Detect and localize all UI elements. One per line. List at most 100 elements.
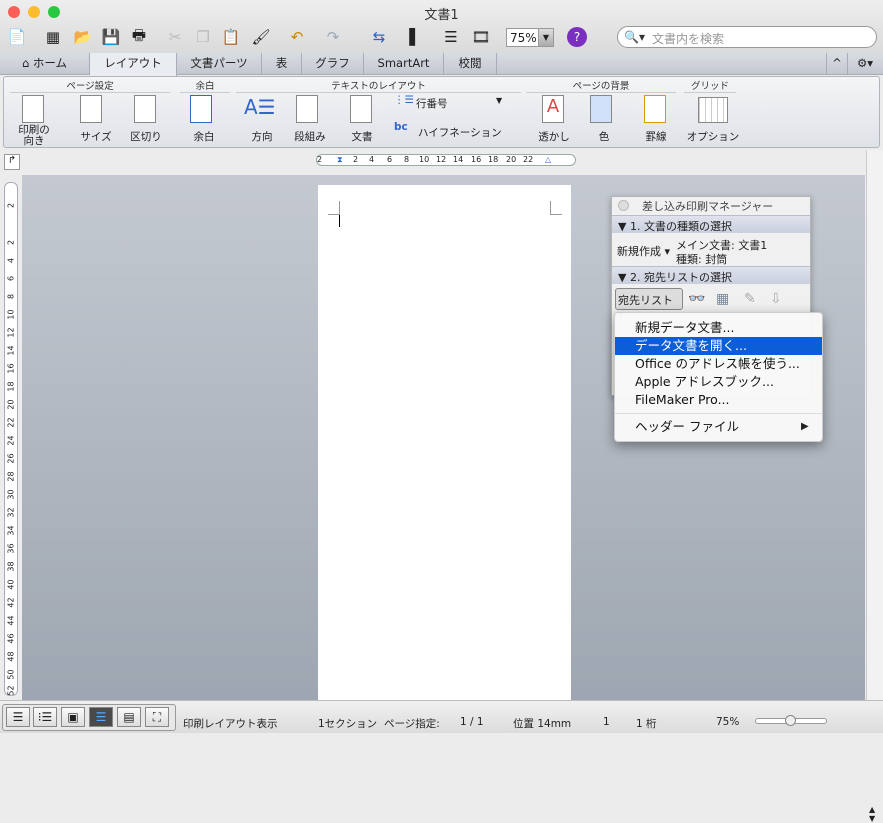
document-type-label: 種類: 封筒 xyxy=(676,253,728,266)
tab-home[interactable]: ⌂ ホーム xyxy=(0,53,90,75)
save-icon[interactable]: 💾 xyxy=(100,26,122,48)
hyphenation-icon: bc xyxy=(394,121,408,133)
sidebar-icon[interactable]: ▌ xyxy=(404,26,426,48)
merge-icon[interactable]: ⇩ xyxy=(770,291,782,307)
columns-button[interactable]: 段組み xyxy=(290,129,330,144)
tab-charts[interactable]: グラフ xyxy=(302,53,364,75)
vertical-scrollbar[interactable]: ▲ ▼ xyxy=(866,150,883,823)
status-column: 1 桁 xyxy=(636,718,657,730)
help-icon[interactable]: ? xyxy=(567,27,587,47)
status-position: 位置 14mm xyxy=(513,718,572,730)
menu-item-office-address-book[interactable]: Office のアドレス帳を使う... xyxy=(615,355,822,373)
find-record-icon[interactable]: 👓 xyxy=(688,291,705,307)
zoom-slider[interactable] xyxy=(755,715,827,726)
create-new-dropdown[interactable]: 新規作成 ▾ xyxy=(617,243,670,259)
menu-item-new-data-source[interactable]: 新規データ文書... xyxy=(615,319,822,337)
publishing-view-icon[interactable]: ▤ xyxy=(117,707,141,727)
breaks-button[interactable]: 区切り xyxy=(126,129,166,144)
status-zoom: 75% xyxy=(716,716,740,728)
page-color-button[interactable]: 色 xyxy=(584,129,624,144)
watermark-icon: A xyxy=(542,95,564,123)
menu-item-open-data-source[interactable]: データ文書を開く... xyxy=(615,337,822,355)
status-page: 1 / 1 xyxy=(460,716,484,728)
section-document-type[interactable]: ▼ 1. 文書の種類の選択 xyxy=(612,215,810,233)
right-indent-icon[interactable]: △ xyxy=(545,155,551,164)
page-borders-button[interactable]: 罫線 xyxy=(636,129,676,144)
vertical-ruler[interactable]: 2 2 4 6 8 10 12 14 16 18 20 22 24 26 28 30 32 34 36 38 40 42… xyxy=(4,182,18,696)
scroll-arrows-icon[interactable]: ▲ ▼ xyxy=(869,805,875,823)
indent-marker-icon[interactable]: ⧗ xyxy=(337,155,343,165)
copy-icon[interactable]: ❐ xyxy=(192,26,214,48)
show-paragraph-icon[interactable]: ⇆ xyxy=(368,26,390,48)
media-browser-icon[interactable]: 🎞 xyxy=(470,26,492,48)
chevron-down-icon[interactable]: ▼ xyxy=(496,96,502,105)
margin-corner xyxy=(550,201,562,215)
close-icon[interactable] xyxy=(618,200,629,211)
tab-review[interactable]: 校閲 xyxy=(444,53,497,75)
line-numbers-button[interactable]: 行番号 xyxy=(416,96,448,111)
tab-smartart[interactable]: SmartArt xyxy=(364,53,444,75)
gallery-icon[interactable]: ▦ xyxy=(42,26,64,48)
group-page-background: ページの背景 xyxy=(526,78,676,93)
orientation-icon xyxy=(22,95,44,123)
size-button[interactable]: サイズ xyxy=(76,129,116,144)
recipients-list-dropdown[interactable]: 宛先リスト ▾ xyxy=(615,288,683,321)
line-numbers-icon: ⋮☰ xyxy=(394,94,414,106)
breaks-icon xyxy=(134,95,156,123)
edit-data-icon[interactable]: ▦ xyxy=(716,291,729,307)
menu-item-header-file[interactable]: ヘッダー ファイル xyxy=(615,418,822,436)
draft-view-icon[interactable]: ☰ xyxy=(6,707,30,727)
zoom-slider-knob[interactable] xyxy=(785,715,796,726)
margins-button[interactable]: 余白 xyxy=(184,129,224,144)
text-direction-button[interactable]: 方向 xyxy=(242,129,282,144)
chevron-down-icon[interactable]: ▼ xyxy=(538,28,554,47)
menu-item-apple-address-book[interactable]: Apple アドレスブック... xyxy=(615,373,822,391)
edit-document-icon[interactable]: ✎ xyxy=(744,291,756,307)
margin-corner xyxy=(328,201,340,215)
document-page[interactable] xyxy=(318,185,571,705)
section-recipients[interactable]: ▼ 2. 宛先リストの選択 xyxy=(612,266,810,284)
grid-icon xyxy=(698,97,728,123)
undo-icon[interactable]: ↶ xyxy=(286,26,308,48)
search-icon: 🔍▾ xyxy=(624,30,645,44)
tab-selector-icon[interactable]: ↱ xyxy=(4,154,20,170)
columns-icon xyxy=(296,95,318,123)
document-icon xyxy=(350,95,372,123)
gear-icon[interactable]: ⚙▾ xyxy=(850,53,880,75)
submenu-arrow-icon: ▶ xyxy=(801,421,809,432)
redo-icon[interactable]: ↷ xyxy=(322,26,344,48)
outline-view-icon[interactable]: ⁝☰ xyxy=(33,707,57,727)
group-page-setup: ページ設定 xyxy=(10,78,170,93)
paste-icon[interactable]: 📋 xyxy=(220,26,242,48)
hyphenation-button[interactable]: ハイフネーション xyxy=(418,125,502,140)
toolbox-icon[interactable]: ☰ xyxy=(440,26,462,48)
search-input[interactable]: 🔍▾ 文書内を検索 xyxy=(617,26,877,48)
menu-divider xyxy=(615,413,822,414)
collapse-ribbon-icon[interactable]: ^ xyxy=(826,53,848,75)
open-icon[interactable]: 📂 xyxy=(72,26,94,48)
tab-tables[interactable]: 表 xyxy=(262,53,302,75)
new-document-icon[interactable]: 📄 xyxy=(6,26,28,48)
tab-layout[interactable]: レイアウト xyxy=(90,53,177,76)
group-margins: 余白 xyxy=(180,78,230,93)
print-layout-view-icon[interactable]: ☰ xyxy=(89,707,113,727)
cut-icon[interactable]: ✂ xyxy=(164,26,186,48)
status-view: 印刷レイアウト表示 xyxy=(183,718,278,730)
page-borders-icon xyxy=(644,95,666,123)
format-painter-icon[interactable]: 🖌 xyxy=(250,26,272,48)
focus-view-icon[interactable]: ⛶ xyxy=(145,707,169,727)
recipients-menu: 新規データ文書... データ文書を開く... Office のアドレス帳を使う.… xyxy=(614,312,823,442)
status-page-label: ページ指定: xyxy=(384,718,440,730)
ribbon: ページ設定 余白 テキストのレイアウト ページの背景 グリッド 印刷の 向き サ… xyxy=(3,76,880,148)
notebook-view-icon[interactable]: ▣ xyxy=(61,707,85,727)
watermark-button[interactable]: 透かし xyxy=(534,129,574,144)
print-icon[interactable]: 🖶 xyxy=(128,26,150,48)
menu-item-filemaker-pro[interactable]: FileMaker Pro... xyxy=(615,391,822,409)
window-title: 文書1 xyxy=(424,8,459,23)
orientation-button[interactable]: 印刷の 向き xyxy=(14,125,54,147)
document-button[interactable]: 文書 xyxy=(342,129,382,144)
size-icon xyxy=(80,95,102,123)
tab-document-elements[interactable]: 文書パーツ xyxy=(177,53,262,75)
grid-options-button[interactable]: オプション xyxy=(684,129,742,144)
horizontal-ruler[interactable]: 2 ⧗ 2 4 6 8 10 12 14 16 18 20 22 △ xyxy=(316,154,576,166)
